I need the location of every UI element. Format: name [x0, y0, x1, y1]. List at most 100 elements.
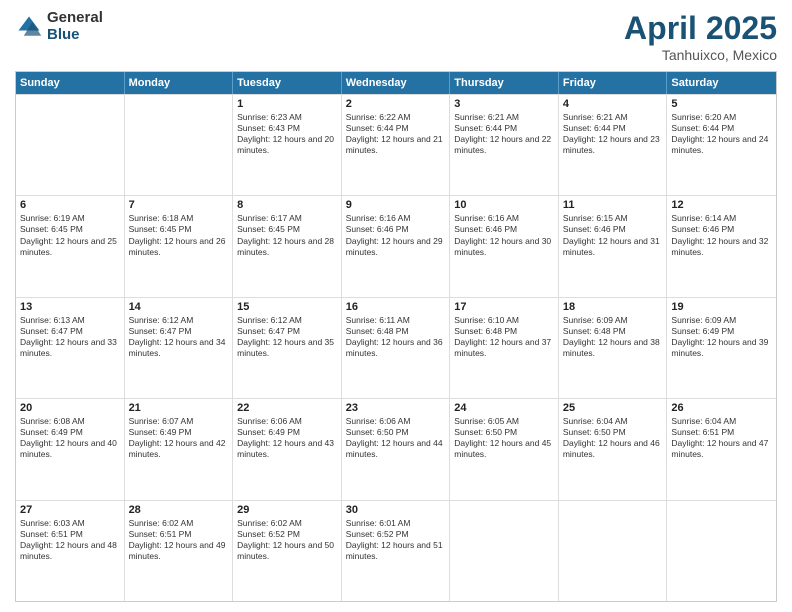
- sunrise-text: Sunrise: 6:06 AM: [346, 416, 446, 427]
- sunset-text: Sunset: 6:45 PM: [237, 224, 337, 235]
- daylight-text: Daylight: 12 hours and 46 minutes.: [563, 438, 663, 460]
- daylight-text: Daylight: 12 hours and 36 minutes.: [346, 337, 446, 359]
- sunset-text: Sunset: 6:48 PM: [454, 326, 554, 337]
- header-day: Wednesday: [342, 72, 451, 94]
- logo-text: General Blue: [47, 10, 103, 43]
- sunrise-text: Sunrise: 6:07 AM: [129, 416, 229, 427]
- header: General Blue April 2025 Tanhuixco, Mexic…: [15, 10, 777, 63]
- sunset-text: Sunset: 6:48 PM: [563, 326, 663, 337]
- daylight-text: Daylight: 12 hours and 38 minutes.: [563, 337, 663, 359]
- day-number: 15: [237, 301, 337, 313]
- sunset-text: Sunset: 6:46 PM: [454, 224, 554, 235]
- day-number: 5: [671, 98, 772, 110]
- calendar-row: 6Sunrise: 6:19 AMSunset: 6:45 PMDaylight…: [16, 195, 776, 296]
- sunrise-text: Sunrise: 6:18 AM: [129, 213, 229, 224]
- sunrise-text: Sunrise: 6:09 AM: [563, 315, 663, 326]
- day-number: 10: [454, 199, 554, 211]
- title-month: April 2025: [624, 10, 777, 47]
- day-number: 12: [671, 199, 772, 211]
- sunrise-text: Sunrise: 6:23 AM: [237, 112, 337, 123]
- sunset-text: Sunset: 6:52 PM: [346, 529, 446, 540]
- sunrise-text: Sunrise: 6:06 AM: [237, 416, 337, 427]
- sunset-text: Sunset: 6:49 PM: [237, 427, 337, 438]
- sunrise-text: Sunrise: 6:16 AM: [346, 213, 446, 224]
- calendar-cell: 22Sunrise: 6:06 AMSunset: 6:49 PMDayligh…: [233, 399, 342, 499]
- sunset-text: Sunset: 6:44 PM: [454, 123, 554, 134]
- calendar-row: 20Sunrise: 6:08 AMSunset: 6:49 PMDayligh…: [16, 398, 776, 499]
- calendar-cell: 15Sunrise: 6:12 AMSunset: 6:47 PMDayligh…: [233, 298, 342, 398]
- calendar-cell: 13Sunrise: 6:13 AMSunset: 6:47 PMDayligh…: [16, 298, 125, 398]
- sunset-text: Sunset: 6:49 PM: [20, 427, 120, 438]
- daylight-text: Daylight: 12 hours and 50 minutes.: [237, 540, 337, 562]
- sunrise-text: Sunrise: 6:12 AM: [237, 315, 337, 326]
- day-number: 28: [129, 504, 229, 516]
- calendar-cell: 23Sunrise: 6:06 AMSunset: 6:50 PMDayligh…: [342, 399, 451, 499]
- sunrise-text: Sunrise: 6:21 AM: [454, 112, 554, 123]
- day-number: 13: [20, 301, 120, 313]
- sunset-text: Sunset: 6:47 PM: [20, 326, 120, 337]
- calendar-cell: [450, 501, 559, 601]
- calendar-cell: 20Sunrise: 6:08 AMSunset: 6:49 PMDayligh…: [16, 399, 125, 499]
- daylight-text: Daylight: 12 hours and 51 minutes.: [346, 540, 446, 562]
- daylight-text: Daylight: 12 hours and 29 minutes.: [346, 236, 446, 258]
- sunrise-text: Sunrise: 6:04 AM: [563, 416, 663, 427]
- day-number: 21: [129, 402, 229, 414]
- daylight-text: Daylight: 12 hours and 44 minutes.: [346, 438, 446, 460]
- sunset-text: Sunset: 6:45 PM: [129, 224, 229, 235]
- daylight-text: Daylight: 12 hours and 26 minutes.: [129, 236, 229, 258]
- calendar-body: 1Sunrise: 6:23 AMSunset: 6:43 PMDaylight…: [16, 94, 776, 601]
- calendar-cell: 1Sunrise: 6:23 AMSunset: 6:43 PMDaylight…: [233, 95, 342, 195]
- calendar-cell: 6Sunrise: 6:19 AMSunset: 6:45 PMDaylight…: [16, 196, 125, 296]
- calendar-cell: 7 Sunrise: 6:18 AMSunset: 6:45 PMDaylight…: [125, 196, 234, 296]
- day-number: 8: [237, 199, 337, 211]
- day-number: 26: [671, 402, 772, 414]
- sunset-text: Sunset: 6:51 PM: [129, 529, 229, 540]
- header-day: Monday: [125, 72, 234, 94]
- sunset-text: Sunset: 6:50 PM: [563, 427, 663, 438]
- sunset-text: Sunset: 6:44 PM: [346, 123, 446, 134]
- calendar-header: SundayMondayTuesdayWednesdayThursdayFrid…: [16, 72, 776, 94]
- calendar-cell: 29Sunrise: 6:02 AMSunset: 6:52 PMDayligh…: [233, 501, 342, 601]
- page: General Blue April 2025 Tanhuixco, Mexic…: [0, 0, 792, 612]
- sunrise-text: Sunrise: 6:14 AM: [671, 213, 772, 224]
- calendar-cell: 19Sunrise: 6:09 AMSunset: 6:49 PMDayligh…: [667, 298, 776, 398]
- daylight-text: Daylight: 12 hours and 43 minutes.: [237, 438, 337, 460]
- sunrise-text: Sunrise: 6:20 AM: [671, 112, 772, 123]
- day-number: 18: [563, 301, 663, 313]
- sunrise-text: Sunrise: 6:12 AM: [129, 315, 229, 326]
- sunrise-text: Sunrise: 6:21 AM: [563, 112, 663, 123]
- sunset-text: Sunset: 6:51 PM: [671, 427, 772, 438]
- day-number: 27: [20, 504, 120, 516]
- daylight-text: Daylight: 12 hours and 22 minutes.: [454, 134, 554, 156]
- day-number: 25: [563, 402, 663, 414]
- logo-general: General: [47, 10, 103, 27]
- logo-blue: Blue: [47, 27, 103, 44]
- day-number: 7: [129, 199, 229, 211]
- day-number: 20: [20, 402, 120, 414]
- daylight-text: Daylight: 12 hours and 25 minutes.: [20, 236, 120, 258]
- sunrise-text: Sunrise: 6:17 AM: [237, 213, 337, 224]
- day-number: 23: [346, 402, 446, 414]
- sunset-text: Sunset: 6:46 PM: [671, 224, 772, 235]
- calendar: SundayMondayTuesdayWednesdayThursdayFrid…: [15, 71, 777, 602]
- sunrise-text: Sunrise: 6:01 AM: [346, 518, 446, 529]
- day-number: 16: [346, 301, 446, 313]
- daylight-text: Daylight: 12 hours and 34 minutes.: [129, 337, 229, 359]
- sunrise-text: Sunrise: 6:15 AM: [563, 213, 663, 224]
- day-number: 30: [346, 504, 446, 516]
- daylight-text: Daylight: 12 hours and 31 minutes.: [563, 236, 663, 258]
- sunset-text: Sunset: 6:46 PM: [563, 224, 663, 235]
- daylight-text: Daylight: 12 hours and 20 minutes.: [237, 134, 337, 156]
- header-day: Sunday: [16, 72, 125, 94]
- sunset-text: Sunset: 6:49 PM: [671, 326, 772, 337]
- day-number: 6: [20, 199, 120, 211]
- header-day: Friday: [559, 72, 668, 94]
- sunset-text: Sunset: 6:47 PM: [129, 326, 229, 337]
- calendar-cell: 17Sunrise: 6:10 AMSunset: 6:48 PMDayligh…: [450, 298, 559, 398]
- sunrise-text: Sunrise: 6:02 AM: [129, 518, 229, 529]
- daylight-text: Daylight: 12 hours and 23 minutes.: [563, 134, 663, 156]
- daylight-text: Daylight: 12 hours and 33 minutes.: [20, 337, 120, 359]
- calendar-cell: 16Sunrise: 6:11 AMSunset: 6:48 PMDayligh…: [342, 298, 451, 398]
- day-number: 2: [346, 98, 446, 110]
- calendar-row: 13Sunrise: 6:13 AMSunset: 6:47 PMDayligh…: [16, 297, 776, 398]
